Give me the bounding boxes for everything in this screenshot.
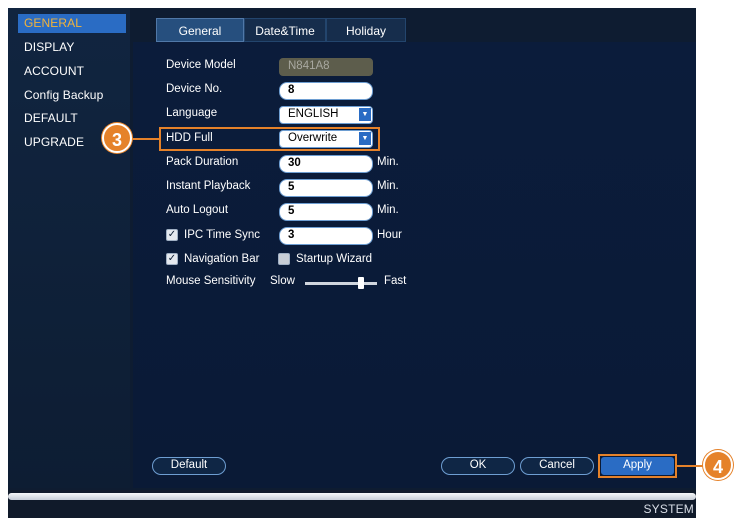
language-select[interactable]: ENGLISH ▼	[279, 106, 373, 124]
bottom-bar: SYSTEM	[8, 490, 696, 518]
tab-date-time[interactable]: Date&Time	[244, 18, 326, 42]
language-label: Language	[166, 107, 218, 119]
callout-3-badge: 3	[102, 123, 132, 153]
callout-3-line	[132, 138, 160, 140]
bottom-strip	[8, 493, 696, 500]
tab-general[interactable]: General	[156, 18, 244, 42]
ipc-time-sync-checkbox[interactable]: ✓	[166, 229, 178, 241]
mouse-sensitivity-label: Mouse Sensitivity	[166, 275, 256, 287]
sidebar: GENERAL DISPLAY ACCOUNT Config Backup DE…	[8, 8, 130, 488]
mouse-sensitivity-slider[interactable]	[305, 282, 377, 285]
tab-holiday[interactable]: Holiday	[326, 18, 406, 42]
callout-4-line	[677, 465, 705, 467]
pack-duration-field[interactable]: 30	[279, 155, 373, 173]
hdd-full-value: Overwrite	[288, 132, 338, 144]
ipc-time-sync-unit: Hour	[377, 229, 402, 241]
system-label: SYSTEM	[643, 502, 694, 516]
ok-button[interactable]: OK	[441, 457, 515, 475]
pack-duration-unit: Min.	[377, 156, 399, 168]
nvr-settings-screen: GENERAL DISPLAY ACCOUNT Config Backup DE…	[8, 8, 696, 518]
device-no-field[interactable]: 8	[279, 82, 373, 100]
sidebar-item-general[interactable]: GENERAL	[18, 14, 126, 33]
auto-logout-label: Auto Logout	[166, 204, 229, 216]
callout-4-badge: 4	[703, 450, 733, 480]
sidebar-item-account[interactable]: ACCOUNT	[18, 62, 126, 81]
hdd-full-select[interactable]: Overwrite ▼	[279, 130, 373, 148]
startup-wizard-label: Startup Wizard	[296, 253, 373, 265]
ipc-time-sync-label: IPC Time Sync	[184, 229, 261, 241]
device-no-label: Device No.	[166, 83, 223, 95]
slider-thumb[interactable]	[358, 277, 364, 289]
language-value: ENGLISH	[288, 108, 339, 120]
cancel-button[interactable]: Cancel	[520, 457, 594, 475]
apply-button[interactable]: Apply	[601, 457, 674, 475]
instant-playback-unit: Min.	[377, 180, 399, 192]
device-model-label: Device Model	[166, 59, 236, 71]
chevron-down-icon[interactable]: ▼	[359, 108, 371, 121]
auto-logout-unit: Min.	[377, 204, 399, 216]
sidebar-item-display[interactable]: DISPLAY	[18, 38, 126, 57]
startup-wizard-checkbox[interactable]	[278, 253, 290, 265]
instant-playback-label: Instant Playback	[166, 180, 251, 192]
mouse-sensitivity-slow-label: Slow	[270, 275, 295, 287]
pack-duration-label: Pack Duration	[166, 156, 239, 168]
mouse-sensitivity-fast-label: Fast	[384, 275, 407, 287]
auto-logout-field[interactable]: 5	[279, 203, 373, 221]
chevron-down-icon[interactable]: ▼	[359, 132, 371, 145]
ipc-time-sync-field[interactable]: 3	[279, 227, 373, 245]
default-button[interactable]: Default	[152, 457, 226, 475]
hdd-full-label: HDD Full	[166, 132, 213, 144]
device-model-field: N841A8	[279, 58, 373, 76]
instant-playback-field[interactable]: 5	[279, 179, 373, 197]
navigation-bar-label: Navigation Bar	[184, 253, 260, 265]
sidebar-item-config-backup[interactable]: Config Backup	[18, 86, 126, 105]
navigation-bar-checkbox[interactable]: ✓	[166, 253, 178, 265]
